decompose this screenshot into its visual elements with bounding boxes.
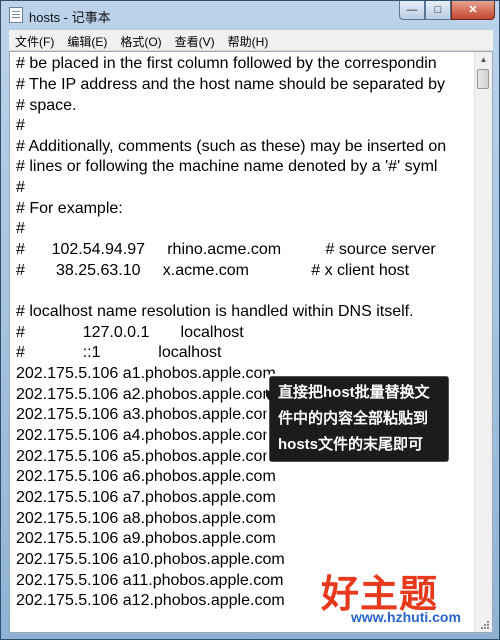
text-line: 202.175.5.106 a10.phobos.apple.com (16, 551, 285, 568)
notepad-icon[interactable] (9, 7, 23, 23)
vertical-scrollbar[interactable]: ▲ (474, 52, 492, 632)
notepad-window: hosts - 记事本 — □ ✕ 文件(F) 编辑(E) 格式(O) 查看(V… (0, 0, 500, 640)
maximize-button[interactable]: □ (425, 1, 451, 20)
text-line: # ::1 localhost (16, 344, 222, 361)
menu-format[interactable]: 格式(O) (114, 30, 168, 50)
text-line: 202.175.5.106 a5.phobos.apple.com (16, 448, 276, 465)
text-line: # space. (16, 97, 77, 114)
text-line: # (16, 117, 25, 134)
text-line: # be placed in the first column followed… (16, 55, 437, 72)
text-line: 202.175.5.106 a9.phobos.apple.com (16, 530, 276, 547)
minimize-button[interactable]: — (399, 1, 425, 20)
text-line: 202.175.5.106 a6.phobos.apple.com (16, 468, 276, 485)
text-line: # lines or following the machine name de… (16, 158, 438, 175)
callout-text: 直接把host批量替换文件中的内容全部粘贴到hosts文件的末尾即可 (278, 384, 430, 453)
text-line: # (16, 179, 25, 196)
text-line: 202.175.5.106 a1.phobos.apple.com (16, 365, 276, 382)
annotation-callout: 直接把host批量替换文件中的内容全部粘贴到hosts文件的末尾即可 (266, 373, 452, 467)
text-line: 202.175.5.106 a7.phobos.apple.com (16, 489, 276, 506)
menu-file[interactable]: 文件(F) (9, 30, 61, 50)
menu-view[interactable]: 查看(V) (169, 30, 222, 50)
watermark-logo: 好主题 www.hzhuti.com (311, 561, 491, 633)
menu-bar: 文件(F) 编辑(E) 格式(O) 查看(V) 帮助(H) (9, 30, 493, 51)
text-line: # For example: (16, 200, 123, 217)
text-editor[interactable]: # be placed in the first column followed… (9, 51, 493, 633)
text-line: # The IP address and the host name shoul… (16, 76, 446, 93)
text-area[interactable]: # be placed in the first column followed… (10, 52, 475, 632)
close-button[interactable]: ✕ (451, 1, 495, 20)
text-line: # localhost name resolution is handled w… (16, 303, 414, 320)
text-line: 202.175.5.106 a4.phobos.apple.com (16, 427, 276, 444)
window-controls: — □ ✕ (399, 1, 495, 20)
text-line: # Additionally, comments (such as these)… (16, 138, 447, 155)
text-line: 202.175.5.106 a2.phobos.apple.com (16, 386, 276, 403)
text-line: 202.175.5.106 a3.phobos.apple.com (16, 406, 276, 423)
window-title: hosts - 记事本 (29, 10, 111, 25)
text-line: 202.175.5.106 a8.phobos.apple.com (16, 510, 276, 527)
text-line: 202.175.5.106 a12.phobos.apple.com (16, 592, 285, 609)
text-line: 202.175.5.106 a11.phobos.apple.com (16, 572, 284, 589)
text-line: # (16, 220, 25, 237)
text-line: # 127.0.0.1 localhost (16, 324, 244, 341)
text-line: # 102.54.94.97 rhino.acme.com # source s… (16, 241, 436, 258)
scroll-up-arrow-icon[interactable]: ▲ (476, 52, 491, 68)
watermark-url: www.hzhuti.com (351, 609, 461, 625)
menu-edit[interactable]: 编辑(E) (61, 30, 114, 50)
menu-help[interactable]: 帮助(H) (222, 30, 276, 50)
text-line: # 38.25.63.10 x.acme.com # x client host (16, 262, 410, 279)
scrollbar-thumb[interactable] (477, 69, 489, 89)
title-bar[interactable]: hosts - 记事本 — □ ✕ (1, 1, 499, 29)
resize-grip-icon[interactable] (478, 618, 490, 630)
